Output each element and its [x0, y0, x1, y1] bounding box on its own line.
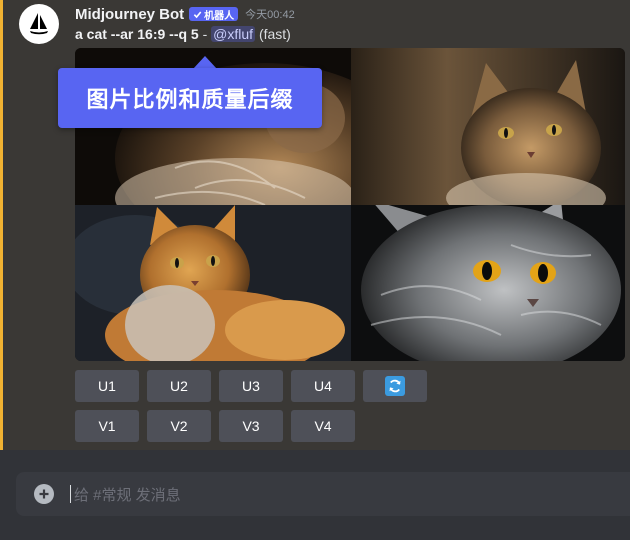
sailboat-logo-icon: [30, 13, 48, 35]
upscale-button-4[interactable]: U4: [291, 370, 355, 402]
bot-tag: 机器人: [189, 7, 239, 22]
variation-button-2[interactable]: V2: [147, 410, 211, 442]
message-composer: [16, 472, 630, 516]
author-name[interactable]: Midjourney Bot: [75, 6, 184, 23]
bot-tag-label: 机器人: [204, 10, 235, 22]
plus-icon: [39, 489, 49, 499]
upscale-button-3[interactable]: U3: [219, 370, 283, 402]
plus-circle-icon[interactable]: [34, 484, 54, 504]
prompt-text: a cat --ar 16:9 --q 5: [75, 26, 199, 42]
grid-image-4[interactable]: [351, 205, 625, 361]
message-input[interactable]: [72, 482, 576, 508]
grid-image-3[interactable]: [75, 205, 351, 361]
upscale-row: U1 U2 U3 U4: [75, 370, 427, 402]
bot-avatar[interactable]: [19, 4, 59, 44]
separator: -: [198, 26, 212, 42]
annotation-callout: 图片比例和质量后缀: [58, 68, 322, 128]
variation-button-1[interactable]: V1: [75, 410, 139, 442]
upscale-button-2[interactable]: U2: [147, 370, 211, 402]
message-highlight: Midjourney Bot 机器人 今天00:42 a cat --ar 16…: [0, 0, 630, 450]
speed-label: (fast): [255, 26, 291, 42]
variation-row: V1 V2 V3 V4: [75, 410, 355, 442]
refresh-icon: [385, 376, 405, 396]
timestamp[interactable]: 今天00:42: [245, 6, 295, 22]
variation-button-4[interactable]: V4: [291, 410, 355, 442]
message-content: a cat --ar 16:9 --q 5 - @xfluf (fast): [75, 26, 291, 42]
upscale-button-1[interactable]: U1: [75, 370, 139, 402]
variation-button-3[interactable]: V3: [219, 410, 283, 442]
reroll-button[interactable]: [363, 370, 427, 402]
text-caret: [70, 485, 71, 503]
check-icon: [193, 10, 202, 18]
grid-image-2[interactable]: [351, 48, 625, 205]
message-header: Midjourney Bot 机器人 今天00:42: [75, 5, 295, 23]
user-mention[interactable]: @xfluf: [211, 26, 256, 42]
